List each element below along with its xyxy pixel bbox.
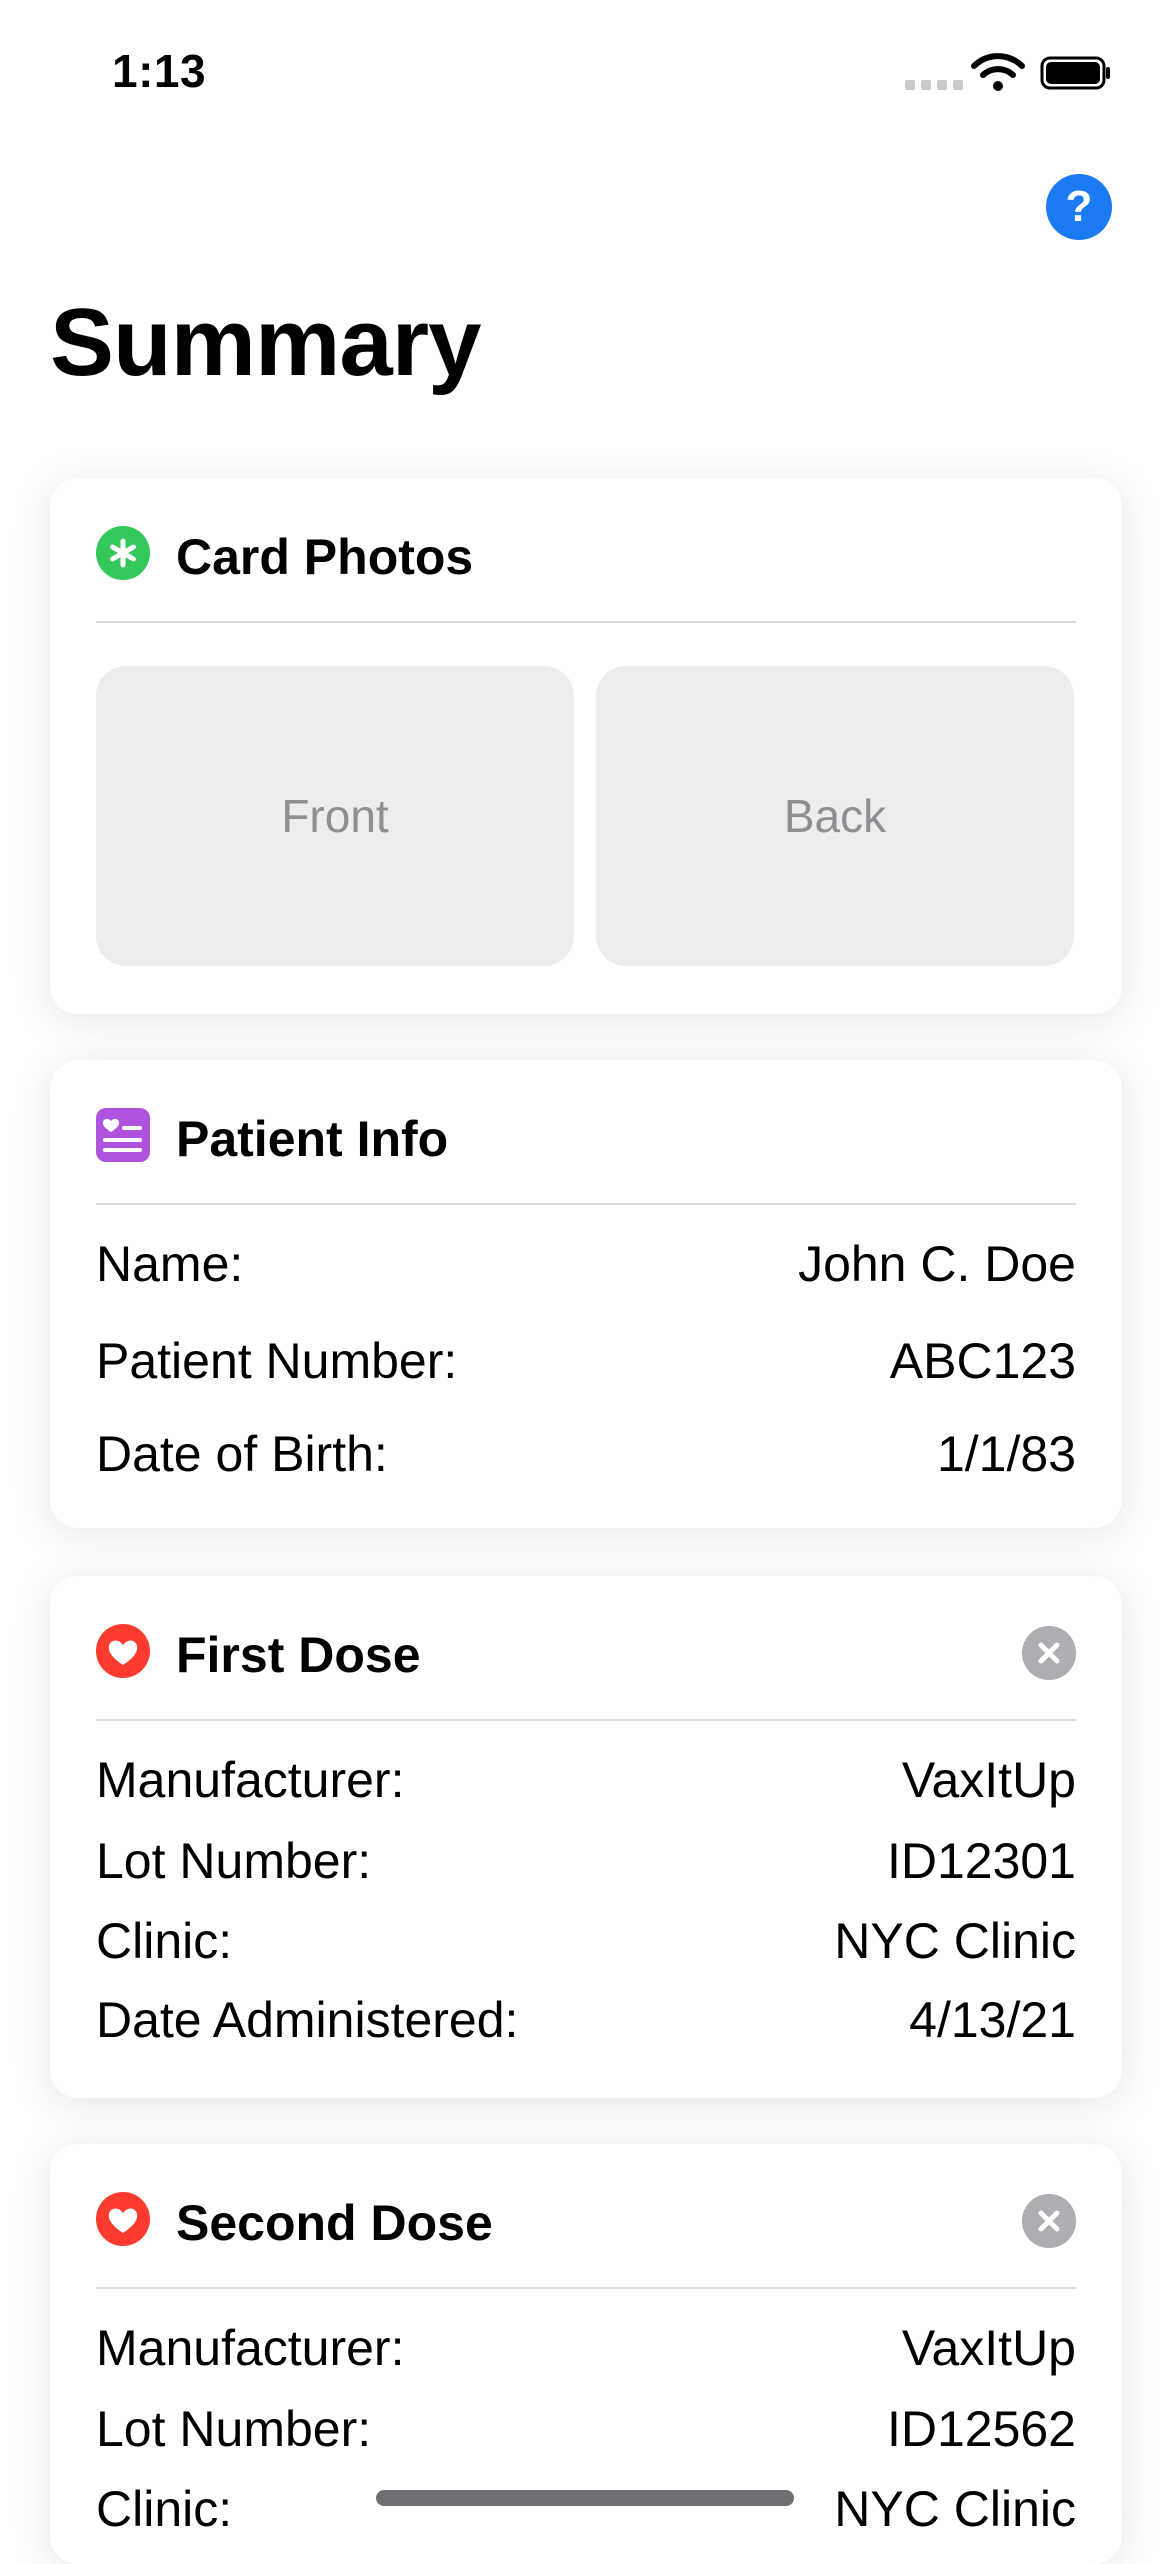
lot-number-row: Lot Number: ID12562 [96,2400,1076,2460]
heart-circle-icon [96,1624,150,1678]
help-button[interactable]: ? [1046,174,1112,240]
second-dose-title: Second Dose [176,2195,493,2251]
row-label: Name: [96,1236,244,1292]
divider [96,621,1076,623]
back-photo-button[interactable]: Back [596,666,1074,966]
asterisk-circle-icon [96,526,150,580]
heart-circle-icon [96,2192,150,2246]
card-photos-header: Card Photos [96,522,1076,586]
status-time: 1:13 [112,45,207,97]
clinic-row: Clinic: NYC Clinic [96,1912,1076,1972]
row-label: Manufacturer: [96,1752,405,1808]
second-dose-header: Second Dose [96,2188,1076,2252]
row-label: Manufacturer: [96,2320,405,2376]
divider [96,2287,1076,2289]
card-photos-title: Card Photos [176,529,474,585]
manufacturer-row: Manufacturer: VaxItUp [96,2319,1076,2379]
wifi-icon [971,53,1025,91]
row-value: ID12562 [886,2401,1076,2457]
row-label: Lot Number: [96,2401,372,2457]
front-photo-button[interactable]: Front [96,666,574,966]
row-value: ABC123 [889,1333,1076,1389]
row-label: Date Administered: [96,1992,519,2048]
row-value: 4/13/21 [909,1992,1076,2048]
second-dose-remove-button[interactable] [1022,2194,1076,2248]
row-value: NYC Clinic [834,1913,1076,1969]
clinic-row: Clinic: NYC Clinic [96,2480,1076,2540]
status-bar: 1:13 [0,0,1170,140]
row-value: NYC Clinic [834,2481,1076,2537]
date-of-birth-row: Date of Birth: 1/1/83 [96,1425,1076,1485]
front-photo-label: Front [281,790,389,842]
row-value: John C. Doe [798,1236,1076,1292]
manufacturer-row: Manufacturer: VaxItUp [96,1751,1076,1811]
first-dose-card: First Dose Manufacturer: VaxItUp Lot Num… [50,1576,1122,2098]
questionmark-icon: ? [1065,182,1093,231]
home-indicator[interactable] [376,2490,794,2506]
divider [96,1203,1076,1205]
row-label: Clinic: [96,2481,233,2537]
date-administered-row: Date Administered: 4/13/21 [96,1991,1076,2051]
cellular-signal-icon [905,80,963,90]
row-label: Date of Birth: [96,1426,388,1482]
patient-info-card: Patient Info Name: John C. Doe Patient N… [50,1060,1122,1528]
patient-info-header: Patient Info [96,1104,1076,1168]
row-value: VaxItUp [901,2320,1076,2376]
page-title: Summary [50,289,482,396]
patient-info-title: Patient Info [176,1111,449,1167]
card-photos-card: Card Photos Front Back [50,478,1122,1014]
divider [96,1719,1076,1721]
row-label: Patient Number: [96,1333,458,1389]
first-dose-header: First Dose [96,1620,1076,1684]
back-photo-label: Back [783,790,887,842]
row-label: Clinic: [96,1913,233,1969]
row-value: ID12301 [886,1833,1076,1889]
row-value: 1/1/83 [936,1426,1076,1482]
row-label: Lot Number: [96,1833,372,1889]
first-dose-title: First Dose [176,1627,421,1683]
heart-text-square-icon [96,1108,150,1162]
row-value: VaxItUp [901,1752,1076,1808]
lot-number-row: Lot Number: ID12301 [96,1832,1076,1892]
patient-number-row: Patient Number: ABC123 [96,1332,1076,1392]
patient-name-row: Name: John C. Doe [96,1235,1076,1295]
first-dose-remove-button[interactable] [1022,1626,1076,1680]
battery-icon [1040,56,1110,90]
